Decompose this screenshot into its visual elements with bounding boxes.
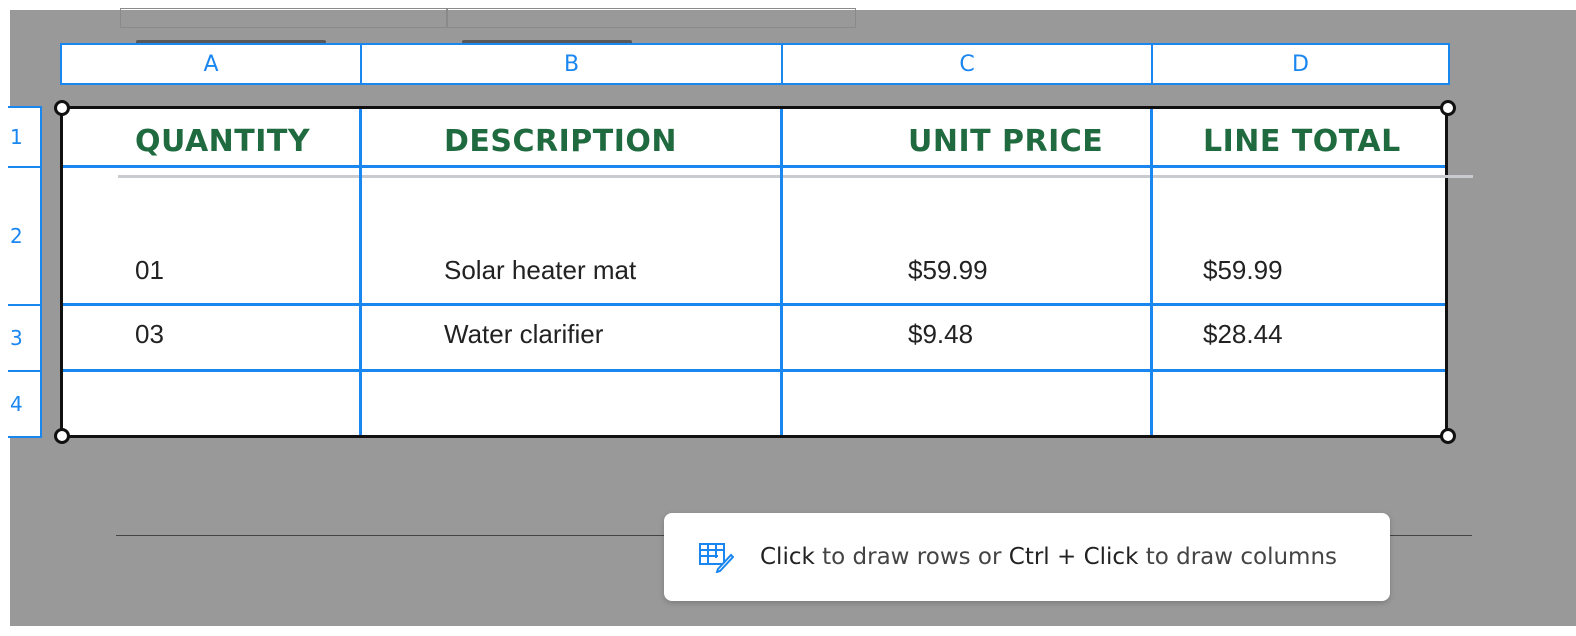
row-header-4[interactable]: 4 <box>8 370 42 438</box>
tooltip-text-columns: to draw columns <box>1138 544 1338 570</box>
cell-line-total: $28.44 <box>1203 319 1283 349</box>
row-label: 4 <box>10 392 23 416</box>
row-label: 3 <box>10 326 23 350</box>
background-page-box <box>446 8 856 28</box>
cell-quantity: 01 <box>135 255 164 285</box>
row-divider[interactable] <box>63 165 1445 168</box>
header-line-total: LINE TOTAL <box>1203 124 1401 159</box>
tooltip-text: Click to draw rows or Ctrl + Click to dr… <box>760 544 1337 570</box>
row-divider[interactable] <box>63 303 1445 306</box>
row-header-1[interactable]: 1 <box>8 106 42 168</box>
cell-description: Water clarifier <box>444 319 604 349</box>
cell-unit-price: $59.99 <box>908 255 988 285</box>
tooltip-ctrl-click-keyword: Ctrl + Click <box>1008 544 1139 570</box>
column-label: B <box>563 51 580 77</box>
column-header-c[interactable]: C <box>781 43 1153 85</box>
tooltip-text-rows: to draw rows or <box>814 544 1009 570</box>
background-page-box <box>120 8 448 28</box>
column-divider[interactable] <box>780 109 783 435</box>
header-unit-price: UNIT PRICE <box>908 124 1104 159</box>
header-quantity: QUANTITY <box>135 124 311 159</box>
tooltip-click-keyword: Click <box>760 544 815 570</box>
column-divider[interactable] <box>1150 109 1153 435</box>
row-label: 2 <box>10 224 23 248</box>
resize-handle-bottom-left[interactable] <box>54 428 70 444</box>
column-header-d[interactable]: D <box>1151 43 1450 85</box>
draw-table-tooltip: Click to draw rows or Ctrl + Click to dr… <box>664 513 1390 601</box>
column-header-a[interactable]: A <box>60 43 362 85</box>
table-header-rule <box>118 175 1473 178</box>
row-label: 1 <box>10 125 23 149</box>
cell-unit-price: $9.48 <box>908 319 974 349</box>
row-divider[interactable] <box>63 369 1445 372</box>
cell-line-total: $59.99 <box>1203 255 1283 285</box>
column-label: C <box>959 51 975 77</box>
table-draw-icon <box>699 543 734 573</box>
resize-handle-bottom-right[interactable] <box>1440 428 1456 444</box>
column-header-b[interactable]: B <box>360 43 783 85</box>
table-selection[interactable]: QUANTITY DESCRIPTION UNIT PRICE LINE TOT… <box>60 106 1473 438</box>
cell-quantity: 03 <box>135 319 164 349</box>
column-label: D <box>1292 51 1309 77</box>
resize-handle-top-left[interactable] <box>54 100 70 116</box>
cell-description: Solar heater mat <box>444 255 637 285</box>
column-label: A <box>203 51 219 77</box>
resize-handle-top-right[interactable] <box>1440 100 1456 116</box>
row-header-3[interactable]: 3 <box>8 304 42 372</box>
column-divider[interactable] <box>359 109 362 435</box>
row-header-2[interactable]: 2 <box>8 166 42 306</box>
header-description: DESCRIPTION <box>444 124 678 159</box>
